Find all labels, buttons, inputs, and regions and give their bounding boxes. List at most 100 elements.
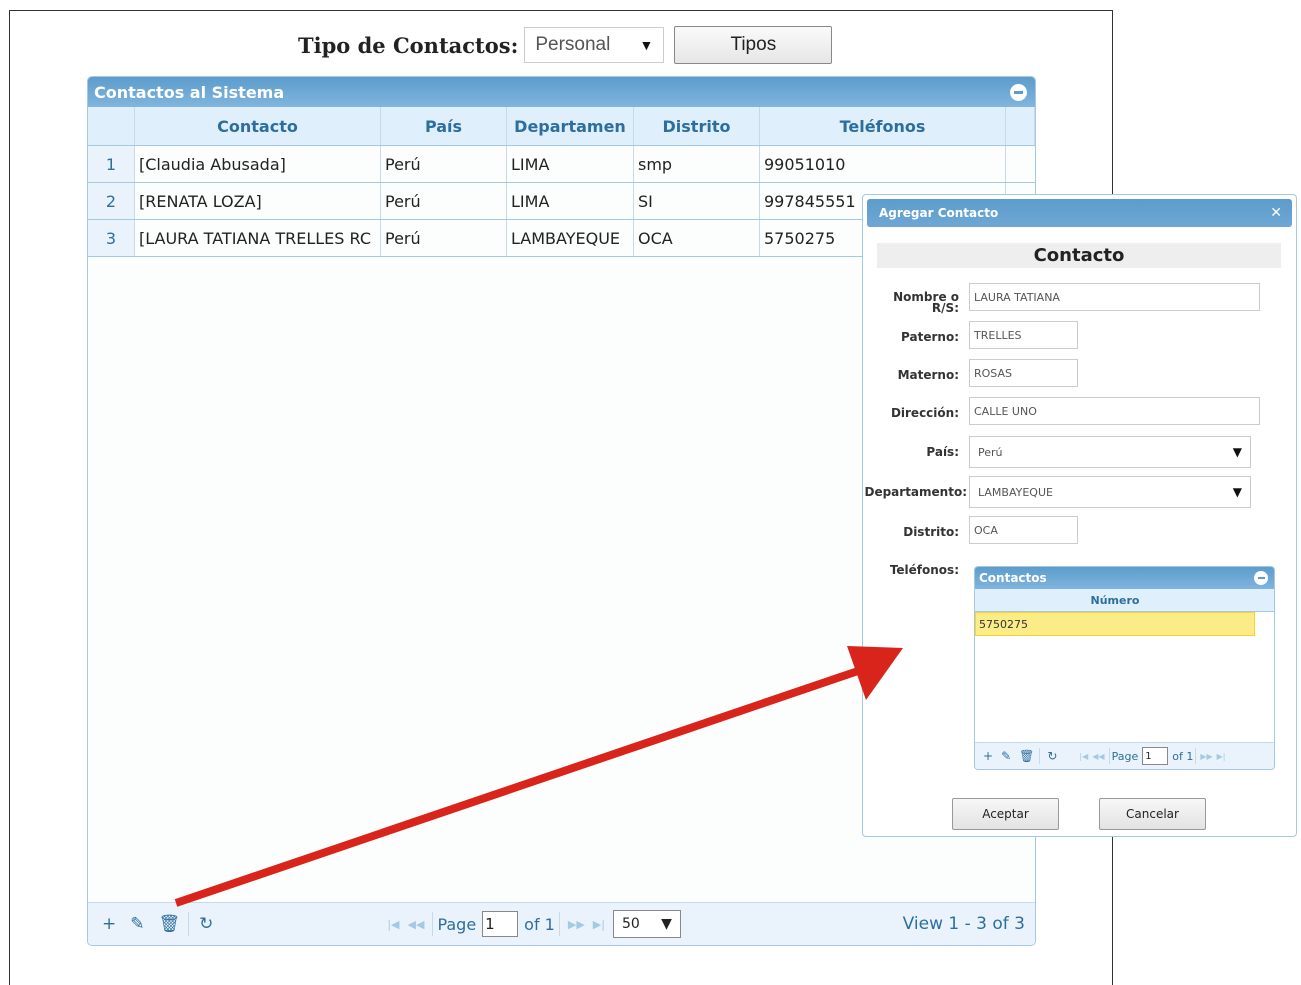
collapse-icon[interactable] <box>1254 571 1268 585</box>
paterno-field[interactable]: TRELLES <box>969 321 1078 349</box>
page-of-label: of 1 <box>1172 749 1194 763</box>
cell-telefonos: 99051010 <box>760 146 1006 182</box>
tipos-button[interactable]: Tipos <box>674 26 833 64</box>
close-icon[interactable]: ✕ <box>1270 205 1282 221</box>
delete-icon[interactable]: 🗑 <box>1019 749 1034 763</box>
pager-separator <box>1108 748 1110 764</box>
row-number: 3 <box>88 220 135 256</box>
dialog-titlebar[interactable]: Agregar Contacto ✕ <box>867 199 1292 227</box>
pais-label: País: <box>926 445 959 459</box>
row-number: 1 <box>88 146 135 182</box>
grid-caption: Contactos al Sistema <box>88 77 1035 107</box>
row-number-header <box>88 107 135 145</box>
cell-contacto: [LAURA TATIANA TRELLES RC <box>135 220 381 256</box>
cancel-button[interactable]: Cancelar <box>1099 798 1206 830</box>
page-number-input[interactable]: 1 <box>482 911 519 937</box>
form-title: Contacto <box>877 243 1281 268</box>
add-contact-dialog: Agregar Contacto ✕ Contacto Nombre o R/S… <box>862 194 1297 837</box>
dropdown-arrow-icon: ▼ <box>661 916 672 932</box>
add-icon[interactable]: + <box>102 914 116 934</box>
telefonos-label: Teléfonos: <box>889 563 959 577</box>
materno-label: Materno: <box>897 368 959 382</box>
table-row[interactable]: 5750275 <box>975 612 1255 636</box>
pager-separator <box>1195 748 1197 764</box>
phones-grid-title: Contactos <box>979 571 1047 585</box>
prev-page-icon[interactable]: ◀◀ <box>1092 752 1104 761</box>
page-label: Page <box>437 914 477 934</box>
rows-per-page-value: 50 <box>621 916 640 932</box>
contact-type-select-value: Personal <box>535 34 611 55</box>
first-page-icon[interactable]: |◀ <box>387 918 399 931</box>
grid-pager: + ✎ 🗑 ↻ |◀ ◀◀ Page 1 of 1 ▶▶ ▶| 50 ▼ Vie… <box>88 902 1035 945</box>
cell-pais: Perú <box>381 220 507 256</box>
dialog-title: Agregar Contacto <box>879 206 999 220</box>
contact-type-select[interactable]: Personal ▼ <box>524 27 665 63</box>
dropdown-arrow-icon: ▼ <box>1232 445 1242 459</box>
cell-contacto: [RENATA LOZA] <box>135 183 381 219</box>
cell-departamento: LIMA <box>507 183 634 219</box>
phones-grid-caption: Contactos <box>975 567 1274 589</box>
nombre-field[interactable]: LAURA TATIANA <box>969 283 1260 311</box>
cell-distrito: smp <box>634 146 760 182</box>
edit-icon[interactable]: ✎ <box>130 914 144 934</box>
pager-separator <box>188 912 190 936</box>
dropdown-arrow-icon: ▼ <box>1232 485 1242 499</box>
accept-button[interactable]: Aceptar <box>952 798 1059 830</box>
header-spacer <box>1006 107 1035 145</box>
cell-pais: Perú <box>381 183 507 219</box>
direccion-label: Dirección: <box>890 406 959 420</box>
cell-distrito: OCA <box>634 220 760 256</box>
phones-grid-pager: + ✎ 🗑 ↻ |◀ ◀◀ Page 1 of 1 ▶▶ ▶| <box>975 742 1274 769</box>
collapse-icon[interactable] <box>1010 84 1027 101</box>
contact-type-label: Tipo de Contactos: <box>298 32 519 58</box>
next-page-icon[interactable]: ▶▶ <box>1200 752 1212 761</box>
direccion-field[interactable]: CALLE UNO <box>969 397 1260 425</box>
table-row[interactable]: 1 [Claudia Abusada] Perú LIMA smp 990510… <box>88 146 1035 183</box>
contact-type-bar: Tipo de Contactos: Personal ▼ Tipos <box>298 26 833 64</box>
row-number: 2 <box>88 183 135 219</box>
cell-departamento: LIMA <box>507 146 634 182</box>
cell-distrito: SI <box>634 183 760 219</box>
distrito-field[interactable]: OCA <box>969 516 1078 544</box>
distrito-label: Distrito: <box>903 525 959 539</box>
pager-separator <box>1039 748 1041 764</box>
column-header-departamento[interactable]: Departamen <box>507 107 634 145</box>
phones-grid: Contactos Número 5750275 + ✎ 🗑 ↻ |◀ ◀◀ P… <box>974 566 1275 770</box>
nombre-label-line2: R/S: <box>931 301 959 315</box>
cell-pais: Perú <box>381 146 507 182</box>
page-of-label: of 1 <box>524 914 555 934</box>
grid-header: Contacto País Departamen Distrito Teléfo… <box>88 107 1035 146</box>
phones-grid-header: Número <box>975 589 1274 612</box>
grid-caption-title: Contactos al Sistema <box>94 82 285 102</box>
cell-contacto: [Claudia Abusada] <box>135 146 381 182</box>
add-icon[interactable]: + <box>983 749 993 763</box>
rows-per-page-select[interactable]: 50 ▼ <box>612 910 681 938</box>
refresh-icon[interactable]: ↻ <box>1047 749 1057 763</box>
pais-select-value: Perú <box>978 445 1003 459</box>
pager-separator <box>558 912 560 936</box>
column-header-contacto[interactable]: Contacto <box>135 107 381 145</box>
next-page-icon[interactable]: ▶▶ <box>568 918 585 931</box>
column-header-telefonos[interactable]: Teléfonos <box>760 107 1006 145</box>
prev-page-icon[interactable]: ◀◀ <box>408 918 425 931</box>
last-page-icon[interactable]: ▶| <box>593 918 605 931</box>
page-number-input[interactable]: 1 <box>1142 747 1169 765</box>
column-header-pais[interactable]: País <box>381 107 507 145</box>
column-header-numero[interactable]: Número <box>975 589 1255 611</box>
page-label: Page <box>1111 749 1139 763</box>
departamento-select-value: LAMBAYEQUE <box>978 485 1053 499</box>
materno-field[interactable]: ROSAS <box>969 359 1078 387</box>
departamento-select[interactable]: LAMBAYEQUE ▼ <box>969 476 1251 508</box>
column-header-distrito[interactable]: Distrito <box>634 107 760 145</box>
cell-departamento: LAMBAYEQUE <box>507 220 634 256</box>
delete-icon[interactable]: 🗑 <box>159 914 181 934</box>
records-summary: View 1 - 3 of 3 <box>902 914 1025 934</box>
pais-select[interactable]: Perú ▼ <box>969 436 1251 468</box>
refresh-icon[interactable]: ↻ <box>199 914 213 934</box>
edit-icon[interactable]: ✎ <box>1001 749 1011 763</box>
departamento-label: Departamento: <box>864 485 967 499</box>
last-page-icon[interactable]: ▶| <box>1217 752 1226 761</box>
first-page-icon[interactable]: |◀ <box>1079 752 1088 761</box>
nombre-label: Nombre o R/S: <box>877 291 959 315</box>
pager-separator <box>432 912 434 936</box>
